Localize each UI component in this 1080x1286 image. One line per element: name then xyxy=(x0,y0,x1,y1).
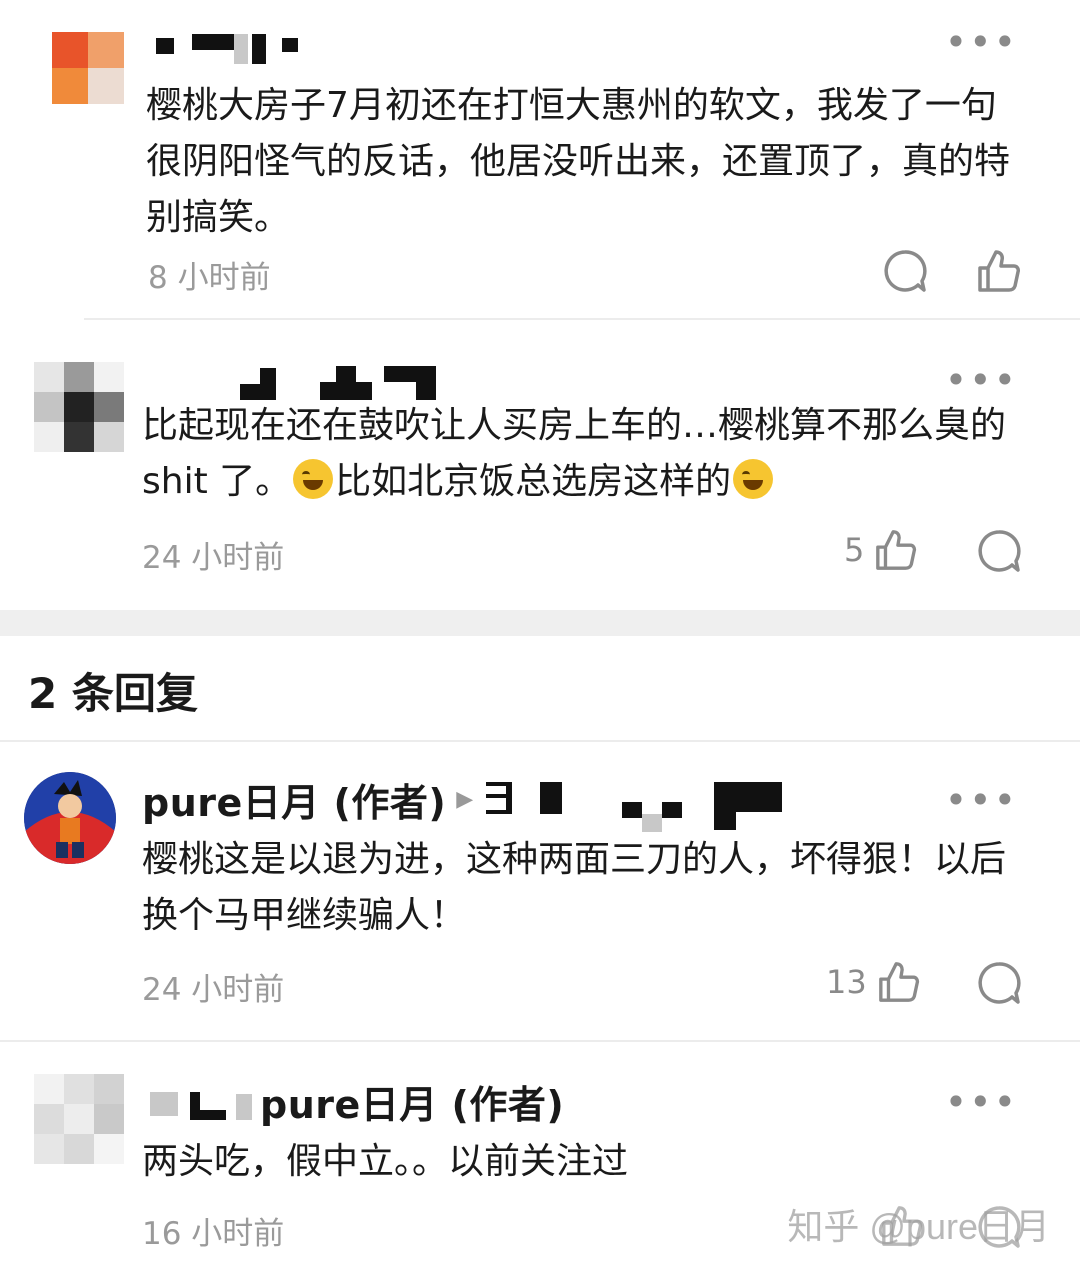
thumbs-up-icon[interactable] xyxy=(877,960,921,1004)
zhihu-watermark: 知乎 @pure日月 xyxy=(787,1206,1050,1247)
rofl-emoji-icon xyxy=(733,459,774,499)
like-count: 5 xyxy=(844,531,865,569)
comment-text: 樱桃大房子7月初还在打恒大惠州的软文，我发了一句很阴阳怪气的反话，他居没听出来，… xyxy=(146,85,1011,238)
like-button[interactable]: 5 xyxy=(844,528,918,572)
reply-time: 24 小时前 xyxy=(142,972,285,1008)
masked-username[interactable] xyxy=(486,778,786,838)
reply-text: 两头吃，假中立。。以前关注过 xyxy=(142,1141,629,1182)
comment-bubble-icon[interactable] xyxy=(882,248,928,298)
reply-author-name[interactable]: pure日月 (作者) xyxy=(142,772,446,827)
reply-to-row: pure日月 (作者) xyxy=(260,1074,564,1129)
reply-text: 樱桃这是以退为进，这种两面三刀的人，坏得狠！以后换个马甲继续骗人！ xyxy=(142,839,1007,936)
comment-time: 8 小时前 xyxy=(148,260,271,296)
replies-count-title: 2 条回复 xyxy=(28,669,198,718)
more-dots-icon[interactable]: ••• xyxy=(945,781,1018,819)
divider xyxy=(0,1040,1080,1042)
reply-time: 16 小时前 xyxy=(142,1216,285,1252)
more-dots-icon[interactable]: ••• xyxy=(945,23,1018,61)
more-dots-icon[interactable]: ••• xyxy=(945,361,1018,399)
reply-author-row: pure日月 (作者) ▶ xyxy=(142,772,483,827)
comment-text: 比起现在还在鼓吹让人买房上车的…樱桃算不那么臭的 shit 了。 比如北京饭总选房… xyxy=(142,398,1022,510)
masked-username[interactable] xyxy=(156,34,306,68)
comment-bubble-icon[interactable] xyxy=(976,960,1022,1010)
masked-username[interactable] xyxy=(240,362,440,402)
avatar[interactable] xyxy=(52,32,124,104)
comment-bubble-icon[interactable] xyxy=(976,528,1022,578)
comment-time: 24 小时前 xyxy=(142,540,285,576)
avatar[interactable] xyxy=(24,772,116,864)
rofl-emoji-icon xyxy=(293,459,334,499)
avatar[interactable] xyxy=(34,1074,124,1164)
more-dots-icon[interactable]: ••• xyxy=(945,1083,1018,1121)
avatar[interactable] xyxy=(34,362,124,452)
like-button[interactable]: 13 xyxy=(826,960,921,1004)
reply-to-name[interactable]: pure日月 (作者) xyxy=(260,1074,564,1129)
section-separator xyxy=(0,610,1080,636)
like-count: 13 xyxy=(826,963,867,1001)
masked-username[interactable] xyxy=(150,1084,256,1124)
divider xyxy=(0,740,1080,742)
thumbs-up-icon[interactable] xyxy=(976,248,1022,298)
thumbs-up-icon[interactable] xyxy=(874,528,918,572)
divider xyxy=(84,318,1080,320)
reply-arrow-icon: ▶ xyxy=(456,786,474,812)
comment-text-part2: 比如北京饭总选房这样的 xyxy=(335,461,732,502)
